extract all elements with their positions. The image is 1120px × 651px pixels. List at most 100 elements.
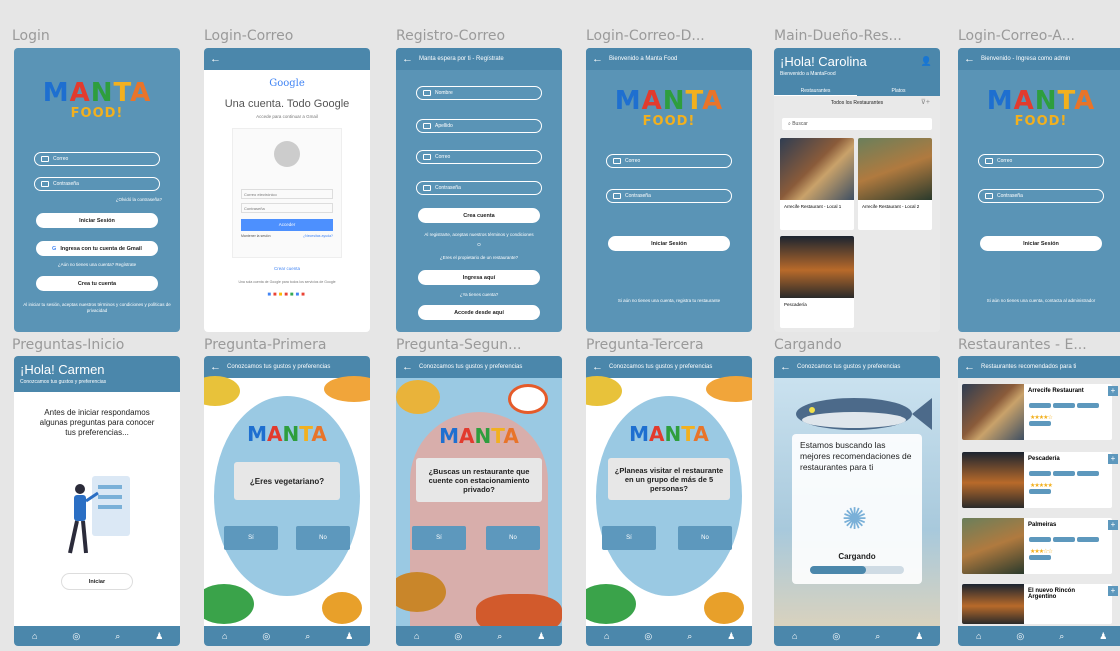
- user-icon[interactable]: ♟: [912, 631, 926, 642]
- tab-restaurants[interactable]: Restaurantes: [774, 88, 857, 96]
- add-favorite-button[interactable]: +: [1108, 386, 1118, 396]
- back-arrow-icon[interactable]: ←: [210, 361, 221, 373]
- create-account-button[interactable]: Crea cuenta: [418, 208, 540, 223]
- home-icon[interactable]: ⌂: [788, 631, 802, 641]
- restaurant-name: Pescadería: [784, 302, 807, 307]
- start-button[interactable]: Iniciar: [62, 574, 132, 589]
- name-field[interactable]: Nombre: [416, 86, 542, 100]
- help-link[interactable]: ¿Necesitas ayuda?: [303, 234, 333, 238]
- email-field[interactable]: Correo: [416, 150, 542, 164]
- home-icon[interactable]: ⌂: [972, 631, 986, 641]
- password-field[interactable]: Contraseña: [978, 189, 1104, 203]
- back-arrow-icon[interactable]: ←: [210, 53, 221, 65]
- back-arrow-icon[interactable]: ←: [780, 361, 791, 373]
- restaurant-list-item[interactable]: El nuevo Rincón Argentino: [962, 584, 1112, 624]
- login-button[interactable]: Iniciar Sesión: [36, 213, 158, 228]
- owner-login-button[interactable]: Ingresa aquí: [418, 270, 540, 285]
- register-restaurant-text[interactable]: Si aún no tienes una cuenta, registra tu…: [594, 298, 744, 304]
- yes-button[interactable]: Sí: [602, 526, 656, 550]
- compass-icon[interactable]: ◎: [1013, 631, 1027, 642]
- home-icon[interactable]: ⌂: [218, 631, 232, 641]
- frame-title-login-correo: Login-Correo: [204, 28, 294, 44]
- back-arrow-icon[interactable]: ←: [402, 361, 413, 373]
- tab-dishes[interactable]: Platos: [857, 88, 940, 96]
- create-account-link[interactable]: Crear cuenta: [204, 266, 370, 271]
- search-icon[interactable]: ⌕: [683, 631, 697, 642]
- home-icon[interactable]: ⌂: [410, 631, 424, 641]
- back-arrow-icon[interactable]: ←: [592, 361, 603, 373]
- back-arrow-icon[interactable]: ←: [964, 361, 975, 373]
- header: ← Conozcamos tus gustos y preferencias: [396, 356, 562, 378]
- search-icon[interactable]: ⌕: [871, 631, 885, 642]
- restaurant-name: Arrecife Restaurant - Local 2: [862, 204, 920, 209]
- filter-dropdown[interactable]: Todos los Restaurantes: [774, 100, 940, 106]
- filter-icon[interactable]: ⊽+: [921, 98, 930, 106]
- home-icon[interactable]: ⌂: [28, 631, 42, 641]
- gmail-login-button[interactable]: G Ingresa con tu cuenta de Gmail: [36, 241, 158, 256]
- restaurant-list-item[interactable]: Pescadería ★★★★★: [962, 452, 1112, 508]
- restaurant-name: Arrecife Restaurant - Local 1: [784, 204, 842, 209]
- add-favorite-button[interactable]: +: [1108, 454, 1118, 464]
- restaurant-name: Arrecife Restaurant: [1028, 388, 1084, 394]
- login-here-button[interactable]: Accede desde aquí: [418, 305, 540, 320]
- restaurant-card[interactable]: Pescadería: [780, 236, 854, 328]
- forgot-password-link[interactable]: ¿Olvidó la contraseña?: [22, 197, 162, 203]
- no-button[interactable]: No: [486, 526, 540, 550]
- search-bar[interactable]: ⌕ Buscar: [782, 118, 932, 130]
- frame-title-login: Login: [12, 28, 50, 44]
- no-button[interactable]: No: [678, 526, 732, 550]
- search-icon[interactable]: ⌕: [1055, 631, 1069, 642]
- login-button[interactable]: Iniciar Sesión: [608, 236, 730, 251]
- search-icon[interactable]: ⌕: [301, 631, 315, 642]
- has-account-text: ¿Ya tienes cuenta?: [459, 292, 499, 297]
- compass-icon[interactable]: ◎: [829, 631, 843, 642]
- back-arrow-icon[interactable]: ←: [592, 53, 603, 65]
- frame-title-main-dueno: Main-Dueño-Res...: [774, 28, 902, 44]
- rating-stars: ★★★☆☆: [1030, 549, 1053, 555]
- password-field[interactable]: Contraseña: [416, 181, 542, 195]
- signin-button[interactable]: Acceder: [241, 219, 333, 231]
- user-icon[interactable]: ♟: [724, 631, 738, 642]
- terms-text: Al registrarte, aceptas nuestros término…: [424, 232, 534, 237]
- add-favorite-button[interactable]: +: [1108, 520, 1118, 530]
- compass-icon[interactable]: ◎: [69, 631, 83, 642]
- bottom-nav: ⌂ ◎ ⌕ ♟: [958, 626, 1120, 646]
- restaurant-list-item[interactable]: Arrecife Restaurant ★★★★☆: [962, 384, 1112, 440]
- greeting: ¡Hola! Carolina: [780, 54, 867, 69]
- user-icon[interactable]: ♟: [152, 631, 166, 642]
- back-arrow-icon[interactable]: ←: [402, 53, 413, 65]
- restaurant-card[interactable]: Arrecife Restaurant - Local 2: [858, 138, 932, 230]
- user-icon[interactable]: ♟: [342, 631, 356, 642]
- no-button[interactable]: No: [296, 526, 350, 550]
- search-icon[interactable]: ⌕: [493, 631, 507, 642]
- password-field[interactable]: Contraseña: [241, 203, 333, 213]
- compass-icon[interactable]: ◎: [641, 631, 655, 642]
- login-button[interactable]: Iniciar Sesión: [980, 236, 1102, 251]
- header: ← Bienvenido - Ingresa como admin: [958, 48, 1120, 70]
- question-three-frame: ← Conozcamos tus gustos y preferencias MA…: [586, 356, 752, 646]
- yes-button[interactable]: Sí: [412, 526, 466, 550]
- remember-checkbox[interactable]: Mantener la sesión: [241, 234, 271, 238]
- signup-link[interactable]: ¿Aún no tienes una cuenta? Regístrate: [22, 262, 172, 268]
- email-field[interactable]: Correo: [978, 154, 1104, 168]
- user-icon[interactable]: ♟: [534, 631, 548, 642]
- compass-icon[interactable]: ◎: [259, 631, 273, 642]
- profile-icon[interactable]: 👤: [921, 56, 932, 67]
- password-field[interactable]: Contraseña: [34, 177, 160, 191]
- yes-button[interactable]: Sí: [224, 526, 278, 550]
- surname-field[interactable]: Apellido: [416, 119, 542, 133]
- email-field[interactable]: Correo: [34, 152, 160, 166]
- password-field[interactable]: Contraseña: [606, 189, 732, 203]
- email-field[interactable]: Correo electrónico: [241, 189, 333, 199]
- back-arrow-icon[interactable]: ←: [964, 53, 975, 65]
- email-field[interactable]: Correo: [606, 154, 732, 168]
- restaurant-list-item[interactable]: Palmeiras ★★★☆☆: [962, 518, 1112, 574]
- restaurant-card[interactable]: Arrecife Restaurant - Local 1: [780, 138, 854, 230]
- add-favorite-button[interactable]: +: [1108, 586, 1118, 596]
- create-account-button[interactable]: Crea tu cuenta: [36, 276, 158, 291]
- search-icon[interactable]: ⌕: [111, 631, 125, 642]
- user-icon[interactable]: ♟: [1096, 631, 1110, 642]
- home-icon[interactable]: ⌂: [600, 631, 614, 641]
- lock-icon: [985, 193, 993, 199]
- compass-icon[interactable]: ◎: [451, 631, 465, 642]
